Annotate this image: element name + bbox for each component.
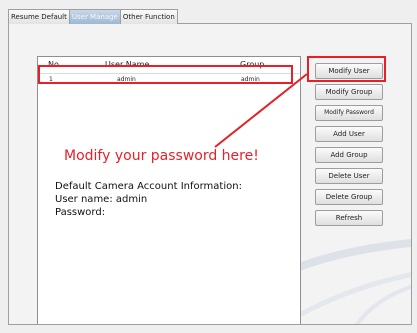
refresh-button[interactable]: Refresh	[315, 210, 383, 226]
delete-group-button[interactable]: Delete Group	[315, 189, 383, 205]
delete-user-button[interactable]: Delete User	[315, 168, 383, 184]
account-info-username: User name: admin	[55, 194, 148, 205]
default-account-info: Default Camera Account Information: User…	[55, 180, 242, 219]
user-action-buttons: Modify User Modify Group Modify Password…	[315, 63, 383, 231]
password-annotation: Modify your password here!	[64, 148, 259, 164]
selected-row-highlight	[38, 65, 293, 84]
account-info-title: Default Camera Account Information:	[55, 181, 242, 192]
add-user-button[interactable]: Add User	[315, 126, 383, 142]
add-group-button[interactable]: Add Group	[315, 147, 383, 163]
account-info-password: Password:	[55, 207, 106, 218]
tab-other-function[interactable]: Other Function	[119, 9, 178, 24]
modify-group-button[interactable]: Modify Group	[315, 84, 383, 100]
tab-user-manage[interactable]: User Manage	[68, 9, 121, 24]
modify-password-button[interactable]: Modify Password	[315, 105, 383, 121]
modify-user-highlight	[307, 56, 386, 82]
tab-resume-default[interactable]: Resume Default	[8, 9, 70, 24]
tab-bar: Resume Default User Manage Other Functio…	[8, 9, 178, 24]
